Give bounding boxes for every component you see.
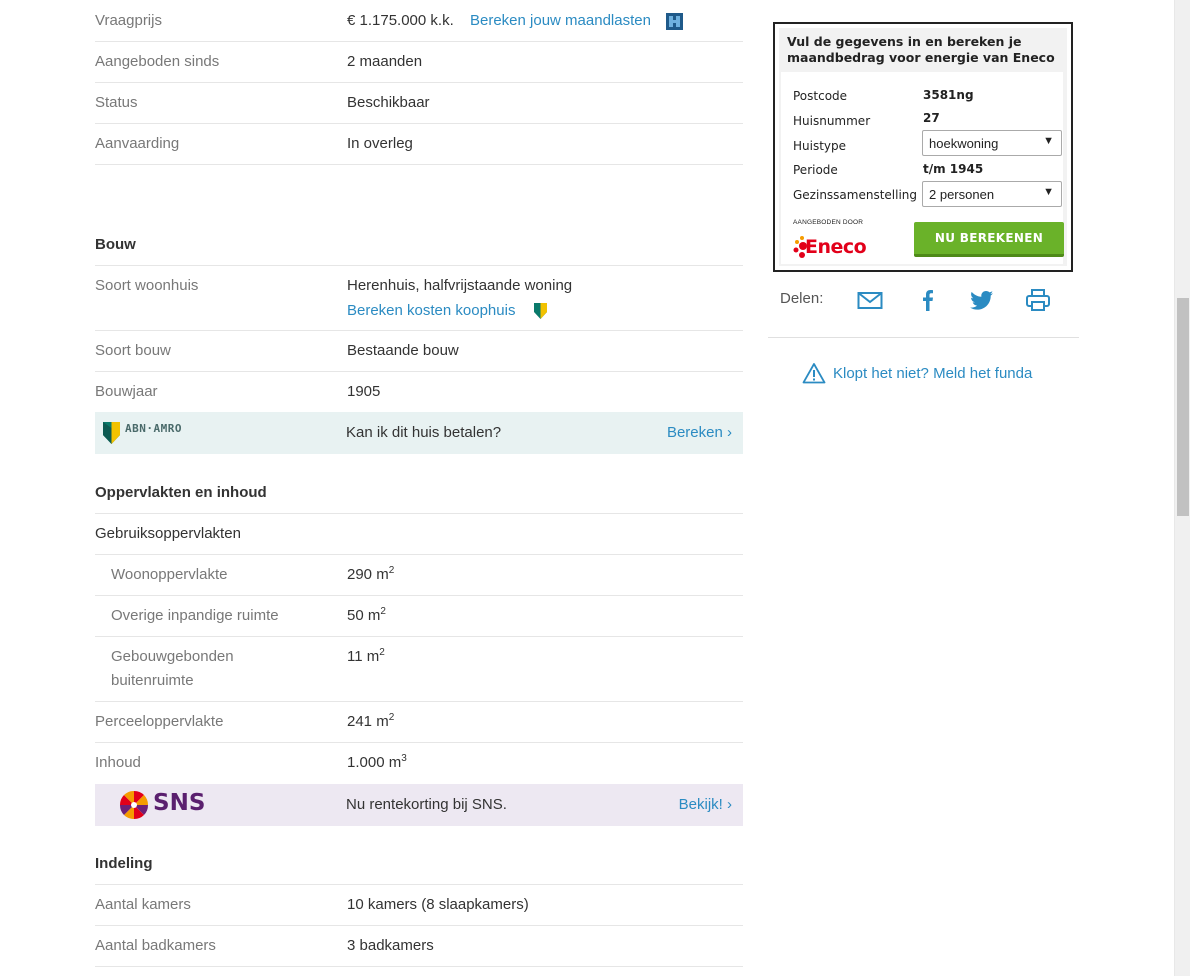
abn-amro-text: Kan ik dit huis betalen? — [346, 424, 502, 441]
eneco-logo-text: Eneco — [805, 236, 867, 258]
sns-bekijk-link[interactable]: Bekijk! › — [679, 796, 732, 813]
row-aanvaarding: Aanvaarding In overleg — [95, 124, 743, 165]
postcode-label: Postcode — [793, 89, 848, 103]
value-bouwjaar: 1905 — [347, 383, 381, 400]
gezin-label: Gezinssamenstelling — [793, 188, 918, 202]
value-soort-bouw: Bestaande bouw — [347, 342, 459, 359]
label-bouwjaar: Bouwjaar — [95, 383, 158, 400]
maandlasten-link[interactable]: Bereken jouw maandlasten — [470, 9, 651, 33]
eneco-form: Postcode 3581ng Huisnummer 27 Huistype h… — [781, 72, 1064, 264]
divider-oppervlakten — [95, 472, 743, 514]
postcode-value[interactable]: 3581ng — [923, 88, 974, 102]
mail-icon[interactable] — [857, 288, 883, 312]
nu-berekenen-button[interactable]: NU BEREKENEN — [914, 222, 1064, 257]
label-woonoppervlakte: Woonoppervlakte — [111, 566, 228, 583]
report-error-text: Klopt het niet? Meld het funda — [833, 365, 1033, 382]
value-vraagprijs: € 1.175.000 k.k. — [347, 12, 454, 29]
row-inhoud: Inhoud 1.000 m3 — [95, 743, 743, 784]
eneco-energy-widget: Vul de gegevens in en bereken je maandbe… — [773, 22, 1073, 272]
huistype-label: Huistype — [793, 139, 847, 153]
row-gebruiksoppervlakten: Gebruiksoppervlakten — [95, 514, 743, 555]
gezin-select[interactable]: 2 personen ▼ — [922, 181, 1062, 207]
chevron-down-icon: ▼ — [1043, 186, 1054, 198]
sns-promo[interactable]: SNS Nu rentekorting bij SNS. Bekijk! › — [95, 784, 743, 826]
chevron-down-icon: ▼ — [1043, 135, 1054, 147]
huisnummer-value[interactable]: 27 — [923, 111, 940, 125]
value-aangeboden-sinds: 2 maanden — [347, 53, 423, 70]
value-soort-woonhuis: Herenhuis, halfvrijstaande woning — [347, 277, 573, 294]
periode-label: Periode — [793, 163, 838, 177]
huisnummer-label: Huisnummer — [793, 114, 871, 128]
label-perceeloppervlakte: Perceeloppervlakte — [95, 713, 224, 730]
eneco-logo: Eneco — [793, 233, 873, 261]
abn-amro-logo-icon — [103, 422, 120, 444]
label-vraagprijs: Vraagprijs — [95, 12, 162, 29]
label-aangeboden-sinds: Aangeboden sinds — [95, 53, 220, 70]
value-inhoud: 1.000 m3 — [347, 753, 407, 772]
share-label: Delen: — [780, 290, 824, 307]
label-aanvaarding: Aanvaarding — [95, 135, 180, 152]
label-overige-ruimte: Overige inpandige ruimte — [111, 607, 279, 624]
row-gebouwgebonden: Gebouwgebonden buitenruimte 11 m2 — [95, 637, 743, 702]
row-perceeloppervlakte: Perceeloppervlakte 241 m2 — [95, 702, 743, 743]
share-bar: Delen: — [780, 288, 1080, 312]
page-scrollbar[interactable] — [1174, 0, 1190, 976]
label-soort-woonhuis: Soort woonhuis — [95, 277, 199, 294]
kosten-koophuis-link[interactable]: Bereken kosten koophuis — [347, 299, 515, 323]
warning-icon — [802, 362, 826, 384]
sidebar-divider — [768, 337, 1079, 338]
label-aantal-badkamers: Aantal badkamers — [95, 937, 216, 954]
abn-amro-brand: ABN·AMRO — [125, 422, 182, 435]
value-perceeloppervlakte: 241 m2 — [347, 712, 395, 731]
label-gebouwgebonden: Gebouwgebonden buitenruimte — [111, 648, 234, 689]
facebook-icon[interactable] — [916, 288, 942, 312]
value-gebouwgebonden: 11 m2 — [347, 647, 385, 666]
row-bouwjaar: Bouwjaar 1905 — [95, 372, 743, 412]
row-status: Status Beschikbaar — [95, 83, 743, 124]
divider-indeling — [95, 843, 743, 885]
label-status: Status — [95, 94, 138, 111]
label-soort-bouw: Soort bouw — [95, 342, 171, 359]
divider-bouw — [95, 224, 743, 266]
scrollbar-thumb[interactable] — [1177, 298, 1189, 516]
sns-brand: SNS — [153, 790, 206, 816]
abn-bereken-link[interactable]: Bereken › — [667, 424, 732, 441]
row-overige-ruimte: Overige inpandige ruimte 50 m2 — [95, 596, 743, 637]
value-status: Beschikbaar — [347, 94, 430, 111]
row-aantal-kamers: Aantal kamers 10 kamers (8 slaapkamers) — [95, 885, 743, 926]
row-soort-woonhuis: Soort woonhuis Herenhuis, halfvrijstaand… — [95, 266, 743, 331]
periode-value: t/m 1945 — [923, 162, 984, 176]
row-aantal-badkamers: Aantal badkamers 3 badkamers — [95, 926, 743, 967]
offered-by-label: AANGEBODEN DOOR — [793, 219, 864, 226]
row-soort-bouw: Soort bouw Bestaande bouw — [95, 331, 743, 372]
huistype-select[interactable]: hoekwoning ▼ — [922, 130, 1062, 156]
sns-logo-icon — [119, 790, 149, 820]
value-woonoppervlakte: 290 m2 — [347, 565, 395, 584]
label-aantal-kamers: Aantal kamers — [95, 896, 191, 913]
shield-icon — [534, 303, 547, 319]
row-woonoppervlakte: Woonoppervlakte 290 m2 — [95, 555, 743, 596]
twitter-icon[interactable] — [969, 288, 995, 312]
calculator-icon[interactable] — [666, 13, 683, 30]
label-inhoud: Inhoud — [95, 754, 141, 771]
value-aantal-kamers: 10 kamers (8 slaapkamers) — [347, 896, 529, 913]
abn-amro-promo[interactable]: ABN·AMRO Kan ik dit huis betalen? Bereke… — [95, 412, 743, 454]
value-aantal-badkamers: 3 badkamers — [347, 937, 434, 954]
value-aanvaarding: In overleg — [347, 135, 413, 152]
label-gebruiksoppervlakten: Gebruiksoppervlakten — [95, 525, 241, 542]
row-aangeboden-sinds: Aangeboden sinds 2 maanden — [95, 42, 743, 83]
row-vraagprijs: Vraagprijs € 1.175.000 k.k. Bereken jouw… — [95, 0, 743, 42]
sns-text: Nu rentekorting bij SNS. — [346, 796, 507, 813]
value-overige-ruimte: 50 m2 — [347, 606, 386, 625]
eneco-title: Vul de gegevens in en bereken je maandbe… — [787, 34, 1055, 65]
eneco-widget-body: Vul de gegevens in en bereken je maandbe… — [779, 28, 1067, 266]
print-icon[interactable] — [1025, 288, 1051, 312]
